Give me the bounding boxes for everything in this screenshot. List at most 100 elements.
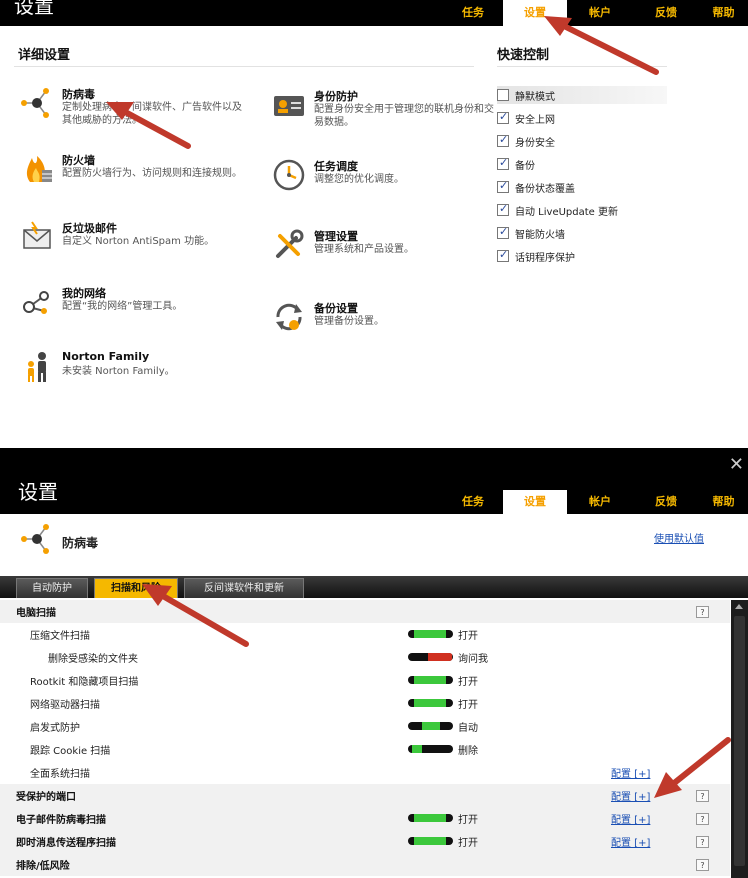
nav-tab-account[interactable]: 帐户: [567, 490, 633, 514]
setting-firewall[interactable]: 防火墙 配置防火墙行为、访问规则和连接规则。: [20, 152, 260, 198]
nav-tab-feedback[interactable]: 反馈: [633, 0, 699, 26]
table-row: 启发式防护 自动: [0, 715, 730, 738]
toggle-switch[interactable]: [408, 630, 453, 638]
close-icon[interactable]: ✕: [729, 454, 744, 475]
table-row: 即时消息传送程序扫描 打开 配置 [+] ?: [0, 830, 730, 853]
row-label: 排除/低风险: [16, 861, 70, 872]
table-row: 排除/低风险 ?: [0, 853, 730, 876]
quick-control-program-protection[interactable]: 话钥程序保护: [497, 247, 667, 265]
settings-window-bottom: 设置 ✕ 任务 设置 帐户 反馈 帮助 防病毒 使用默认值 自动防护 扫描和风险…: [0, 448, 748, 878]
checkbox[interactable]: [497, 156, 509, 170]
top-header-bar: 设置 任务 设置 帐户 反馈 帮助: [0, 0, 748, 26]
nav-tab-feedback[interactable]: 反馈: [633, 490, 699, 514]
use-defaults-link[interactable]: 使用默认值: [654, 530, 704, 545]
configure-link[interactable]: 配置 [+]: [611, 834, 650, 849]
row-status: 删除: [458, 746, 478, 757]
setting-identity[interactable]: 身份防护 配置身份安全用于管理您的联机身份和交易数据。: [272, 88, 512, 134]
row-label: 电脑扫描: [16, 608, 56, 619]
configure-link[interactable]: 配置 [+]: [611, 765, 650, 780]
nav-tab-help[interactable]: 帮助: [699, 0, 748, 26]
quick-control-silent-mode[interactable]: 静默模式: [497, 86, 667, 104]
toggle-switch[interactable]: [408, 745, 453, 753]
row-label: 压缩文件扫描: [30, 631, 90, 642]
quick-control-identity-safe[interactable]: 身份安全: [497, 132, 667, 150]
tab-scans-and-risks[interactable]: 扫描和风险: [94, 578, 178, 598]
toggle-switch[interactable]: [408, 676, 453, 684]
setting-task-scheduling[interactable]: 任务调度 调整您的优化调度。: [272, 158, 512, 204]
table-row: 删除受感染的文件夹 询问我: [0, 646, 730, 669]
quick-control-backup[interactable]: 备份: [497, 155, 667, 173]
checkbox[interactable]: [497, 179, 509, 193]
toggle-switch[interactable]: [408, 837, 453, 845]
setting-my-network[interactable]: 我的网络 配置“我的网络”管理工具。: [20, 285, 260, 331]
setting-name: 任务调度: [314, 160, 358, 173]
setting-name: 防病毒: [62, 88, 95, 101]
scroll-thumb[interactable]: [734, 616, 745, 866]
setting-admin[interactable]: 管理设置 管理系统和产品设置。: [272, 228, 512, 274]
section-header: 防病毒 使用默认值: [0, 514, 748, 580]
checkbox[interactable]: [497, 248, 509, 262]
tab-auto-protect[interactable]: 自动防护: [16, 578, 88, 598]
setting-norton-family[interactable]: Norton Family 未安装 Norton Family。: [20, 350, 260, 396]
help-icon[interactable]: ?: [696, 812, 709, 825]
help-icon[interactable]: ?: [696, 858, 709, 871]
configure-link[interactable]: 配置 [+]: [611, 788, 650, 803]
bottom-nav: 任务 设置 帐户 反馈 帮助: [443, 490, 748, 514]
network-icon: [23, 291, 49, 314]
tab-antispyware-updates[interactable]: 反间谍软件和更新: [184, 578, 304, 598]
nav-tab-tasks[interactable]: 任务: [443, 490, 503, 514]
configure-link[interactable]: 配置 [+]: [611, 811, 650, 826]
help-icon[interactable]: ?: [696, 789, 709, 802]
nav-tab-help[interactable]: 帮助: [699, 490, 748, 514]
quick-control-backup-status[interactable]: 备份状态覆盖: [497, 178, 667, 196]
section-name: 防病毒: [62, 536, 99, 550]
setting-antispam[interactable]: 反垃圾邮件 自定义 Norton AntiSpam 功能。: [20, 220, 260, 266]
setting-desc: 配置身份安全用于管理您的联机身份和交易数据。: [314, 104, 494, 128]
setting-desc: 管理系统和产品设置。: [314, 244, 414, 255]
help-icon[interactable]: ?: [696, 835, 709, 848]
vertical-scrollbar[interactable]: [731, 600, 748, 878]
toggle-switch[interactable]: [408, 653, 453, 661]
checkbox[interactable]: [497, 89, 509, 101]
scroll-up-icon[interactable]: [735, 604, 743, 609]
quick-control-label: 备份状态覆盖: [515, 183, 575, 195]
quick-control-label: 静默模式: [515, 91, 555, 103]
quick-control-safe-web[interactable]: 安全上网: [497, 109, 667, 127]
toggle-switch[interactable]: [408, 814, 453, 822]
checkbox[interactable]: [497, 110, 509, 124]
window-title: 设置: [18, 480, 58, 504]
checkbox[interactable]: [497, 225, 509, 239]
row-status: 打开: [458, 631, 478, 642]
quick-control-label: 安全上网: [515, 114, 555, 126]
top-nav: 任务 设置 帐户 反馈 帮助: [443, 0, 748, 26]
table-row: 电脑扫描 ?: [0, 600, 730, 623]
settings-list: 电脑扫描 ? 压缩文件扫描 打开 删除受感染的文件夹 询问我 Rootkit 和…: [0, 600, 730, 878]
settings-window-top: 设置 任务 设置 帐户 反馈 帮助 详细设置 快速控制 防病毒 定制处理病毒、间…: [0, 0, 748, 436]
nav-tab-settings[interactable]: 设置: [503, 0, 567, 26]
row-status: 打开: [458, 815, 478, 826]
nav-tab-settings[interactable]: 设置: [503, 490, 567, 514]
nav-tab-tasks[interactable]: 任务: [443, 0, 503, 26]
quick-control-auto-liveupdate[interactable]: 自动 LiveUpdate 更新: [497, 201, 667, 219]
setting-backup[interactable]: 备份设置 管理备份设置。: [272, 300, 512, 346]
detail-settings-title: 详细设置: [18, 48, 71, 63]
checkbox[interactable]: [497, 133, 509, 147]
setting-desc: 配置防火墙行为、访问规则和连接规则。: [62, 168, 242, 179]
table-row: 电子邮件防病毒扫描 打开 配置 [+] ?: [0, 807, 730, 830]
toggle-switch[interactable]: [408, 722, 453, 730]
identity-icon: [274, 96, 304, 116]
row-status: 打开: [458, 700, 478, 711]
toggle-switch[interactable]: [408, 699, 453, 707]
setting-name: 管理设置: [314, 230, 358, 243]
nav-tab-account[interactable]: 帐户: [567, 0, 633, 26]
window-gap: [0, 436, 748, 448]
setting-antivirus[interactable]: 防病毒 定制处理病毒、间谍软件、广告软件以及其他威胁的方法。: [20, 86, 260, 132]
quick-control-smart-firewall[interactable]: 智能防火墙: [497, 224, 667, 242]
help-icon[interactable]: ?: [696, 605, 709, 618]
row-status: 自动: [458, 723, 478, 734]
row-label: 跟踪 Cookie 扫描: [30, 746, 111, 757]
table-row: 压缩文件扫描 打开: [0, 623, 730, 646]
checkbox[interactable]: [497, 202, 509, 216]
family-icon: [28, 352, 46, 382]
setting-desc: 管理备份设置。: [314, 316, 384, 327]
